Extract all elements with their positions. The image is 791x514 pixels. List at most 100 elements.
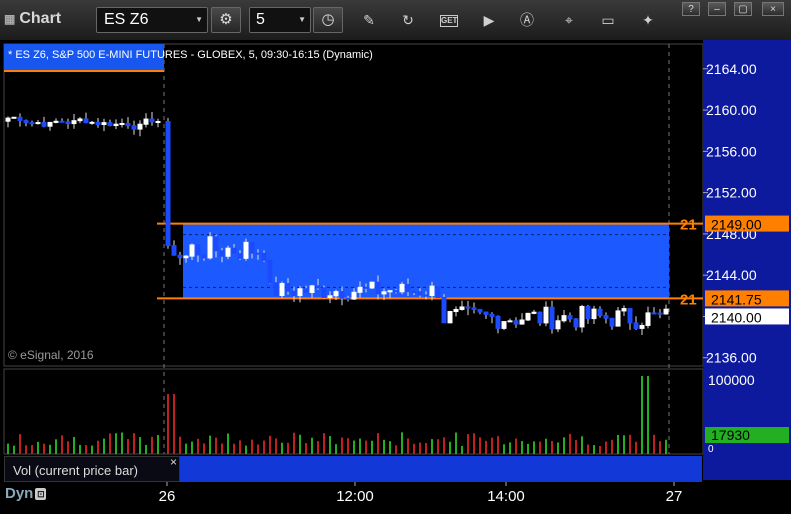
candle-body bbox=[95, 121, 101, 126]
candle-body bbox=[83, 118, 89, 124]
candle-body bbox=[615, 310, 621, 327]
minimize-button[interactable]: – bbox=[708, 2, 726, 16]
candle-body bbox=[183, 255, 189, 259]
candle-body bbox=[633, 322, 639, 329]
chevron-down-icon[interactable]: ▼ bbox=[298, 15, 306, 24]
candle-body bbox=[65, 121, 71, 125]
candle-body bbox=[225, 247, 231, 257]
candle-body bbox=[155, 121, 161, 124]
candle-body bbox=[321, 287, 327, 298]
candle-body bbox=[143, 118, 149, 125]
candle-body bbox=[333, 291, 339, 297]
candle-body bbox=[261, 252, 267, 261]
refresh-icon[interactable]: ↻ bbox=[398, 11, 418, 29]
candle-body bbox=[609, 317, 615, 327]
candle-body bbox=[207, 236, 213, 259]
candle-body bbox=[489, 313, 495, 317]
candle-body bbox=[399, 283, 405, 293]
price-tick-label: 2156.00 bbox=[706, 143, 757, 159]
pencil-icon[interactable]: ✎ bbox=[359, 11, 379, 29]
candle-body bbox=[471, 307, 477, 310]
symbol-value: ES Z6 bbox=[104, 11, 149, 28]
candle-body bbox=[213, 236, 219, 252]
candle-body bbox=[219, 250, 225, 257]
candle-body bbox=[543, 306, 549, 324]
volume-axis-top: 100000 bbox=[708, 372, 755, 388]
get-icon[interactable]: GET bbox=[440, 15, 458, 27]
candle-body bbox=[465, 306, 471, 309]
candle-body bbox=[17, 116, 23, 122]
candle-body bbox=[627, 308, 633, 324]
candle-body bbox=[339, 291, 345, 299]
time-tick-label: 27 bbox=[666, 488, 683, 505]
dynamic-indicator[interactable]: Dyn ⊡ bbox=[5, 485, 47, 502]
candle-body bbox=[59, 120, 65, 123]
candle-body bbox=[663, 308, 669, 315]
candle-body bbox=[375, 281, 381, 295]
candle-body bbox=[579, 305, 585, 328]
candle-body bbox=[273, 282, 279, 297]
clock-icon[interactable]: ◷ bbox=[313, 7, 343, 33]
dynamic-label: Dyn bbox=[5, 485, 34, 502]
candle-body bbox=[29, 122, 35, 125]
candle-body bbox=[137, 123, 143, 130]
candle-body bbox=[297, 288, 303, 297]
candle-body bbox=[77, 118, 83, 122]
play-icon[interactable]: ▶ bbox=[479, 11, 499, 29]
study-bar[interactable] bbox=[180, 456, 702, 482]
settings-gear-icon[interactable]: ⚙ bbox=[211, 7, 241, 33]
candle-body bbox=[315, 285, 321, 289]
window-menu-icon[interactable]: ▦ bbox=[4, 12, 15, 26]
symbol-input[interactable]: ES Z6 ▼ bbox=[96, 7, 208, 33]
close-study-icon[interactable]: × bbox=[170, 455, 177, 469]
chevron-down-icon[interactable]: ▼ bbox=[195, 15, 203, 24]
last-price-label: 2140.00 bbox=[711, 309, 762, 325]
candle-body bbox=[417, 291, 423, 296]
candle-body bbox=[23, 120, 29, 124]
price-tick-label: 2152.00 bbox=[706, 185, 757, 201]
candle-body bbox=[357, 286, 363, 293]
pin-icon[interactable]: ⌖ bbox=[559, 11, 579, 29]
candle-body bbox=[177, 254, 183, 259]
candle-body bbox=[237, 253, 243, 259]
candle-body bbox=[11, 116, 17, 119]
candle-body bbox=[597, 308, 603, 317]
candle-body bbox=[459, 306, 465, 310]
candle-body bbox=[555, 320, 561, 330]
candle-body bbox=[125, 123, 131, 127]
chart-info-text: * ES Z6, S&P 500 E-MINI FUTURES - GLOBEX… bbox=[8, 49, 373, 61]
candle-body bbox=[477, 308, 483, 313]
candle-body bbox=[351, 291, 357, 300]
candle-body bbox=[525, 312, 531, 321]
volume-study-label[interactable]: Vol (current price bar) bbox=[4, 456, 180, 482]
candle-body bbox=[101, 122, 107, 126]
candle-body bbox=[657, 312, 663, 315]
help-button[interactable]: ? bbox=[682, 2, 700, 16]
candle-body bbox=[119, 123, 125, 126]
candle-body bbox=[113, 123, 119, 127]
close-button[interactable]: × bbox=[762, 2, 784, 16]
interval-input[interactable]: 5 ▼ bbox=[249, 7, 311, 33]
lock-icon[interactable]: ⊡ bbox=[35, 487, 47, 500]
candle-body bbox=[501, 321, 507, 329]
maximize-button[interactable]: ▢ bbox=[734, 2, 752, 16]
twitter-icon[interactable]: ✦ bbox=[638, 11, 658, 29]
lower-marker-label: 2141.75 bbox=[711, 291, 762, 307]
chat-icon[interactable]: ▭ bbox=[598, 11, 618, 29]
alert-icon[interactable]: Ⓐ bbox=[517, 11, 537, 29]
candle-body bbox=[453, 308, 459, 313]
toolbar: ▦ Chart ES Z6 ▼ ⚙ 5 ▼ ◷ ✎ ↻ GET ▶ Ⓐ ⌖ ▭ … bbox=[0, 0, 791, 40]
candle-body bbox=[195, 244, 201, 256]
candle-body bbox=[429, 285, 435, 297]
candle-body bbox=[201, 254, 207, 259]
lower-marker-tag: 21 bbox=[680, 291, 697, 308]
candle-body bbox=[393, 290, 399, 293]
candle-body bbox=[285, 283, 291, 292]
candle-body bbox=[47, 121, 53, 127]
chart-svg[interactable]: 2164.002160.002156.002152.002148.002144.… bbox=[0, 40, 791, 509]
volume-study-name: Vol (current price bar) bbox=[13, 463, 138, 478]
candle-body bbox=[327, 295, 333, 298]
candle-body bbox=[405, 283, 411, 293]
candle-body bbox=[639, 324, 645, 329]
candle-body bbox=[107, 122, 113, 127]
